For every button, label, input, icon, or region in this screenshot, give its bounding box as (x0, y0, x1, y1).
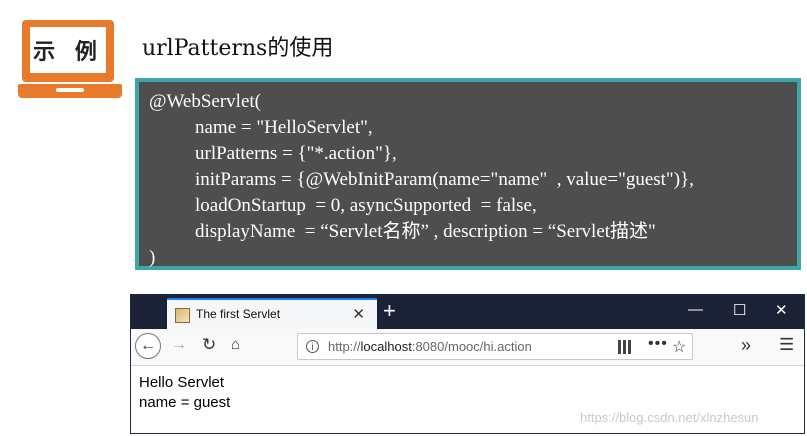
minimize-icon[interactable]: — (688, 301, 703, 318)
code-line: urlPatterns = {"*.action"}, (195, 143, 397, 164)
code-line: name = "HelloServlet", (195, 117, 373, 138)
laptop-screen: 示 例 (22, 20, 114, 82)
page-content: Hello Servlet name = guest (139, 373, 230, 413)
watermark: https://blog.csdn.net/xlnzhesun (580, 410, 759, 425)
new-tab-icon[interactable]: + (383, 298, 396, 324)
url-text[interactable]: http://localhost:8080/mooc/hi.action (328, 339, 532, 354)
code-block: @WebServlet( name = "HelloServlet", urlP… (135, 78, 801, 270)
overflow-chevron-icon[interactable]: » (741, 335, 751, 356)
home-icon[interactable]: ⌂ (231, 336, 240, 353)
bookmark-star-icon[interactable]: ☆ (672, 337, 686, 357)
code-line: loadOnStartup = 0, asyncSupported = fals… (195, 195, 537, 216)
tab-first-servlet[interactable]: The first Servlet ✕ (167, 298, 377, 329)
content-line: Hello Servlet (139, 374, 225, 391)
close-window-icon[interactable]: ✕ (775, 301, 788, 319)
nav-toolbar: ← → ↻ ⌂ i http://localhost:8080/mooc/hi.… (131, 329, 804, 366)
forward-arrow-icon[interactable]: → (171, 336, 187, 354)
more-dots-icon[interactable]: ••• (648, 335, 668, 353)
code-line: ) (149, 247, 156, 268)
favicon-icon (175, 308, 190, 323)
example-laptop-icon: 示 例 (18, 20, 122, 106)
close-tab-icon[interactable]: ✕ (352, 305, 365, 323)
code-line: displayName = “Servlet名称” , description … (195, 221, 656, 242)
page-title: urlPatterns的使用 (142, 36, 334, 61)
hamburger-menu-icon[interactable]: ☰ (779, 335, 794, 355)
qr-code-icon[interactable] (618, 340, 632, 354)
reload-icon[interactable]: ↻ (202, 335, 216, 355)
laptop-base (18, 84, 122, 98)
maximize-icon[interactable]: ☐ (733, 301, 746, 319)
content-line: name = guest (139, 394, 231, 411)
back-arrow-icon[interactable]: ← (135, 333, 161, 359)
info-icon[interactable]: i (306, 340, 319, 353)
url-bar[interactable]: i http://localhost:8080/mooc/hi.action •… (297, 333, 693, 360)
tab-title: The first Servlet (196, 307, 281, 321)
code-line: @WebServlet( (149, 91, 261, 112)
example-label: 示 例 (30, 27, 106, 73)
code-line: initParams = {@WebInitParam(name="name" … (195, 169, 694, 190)
tab-bar: The first Servlet ✕ + — ☐ ✕ (131, 295, 804, 329)
